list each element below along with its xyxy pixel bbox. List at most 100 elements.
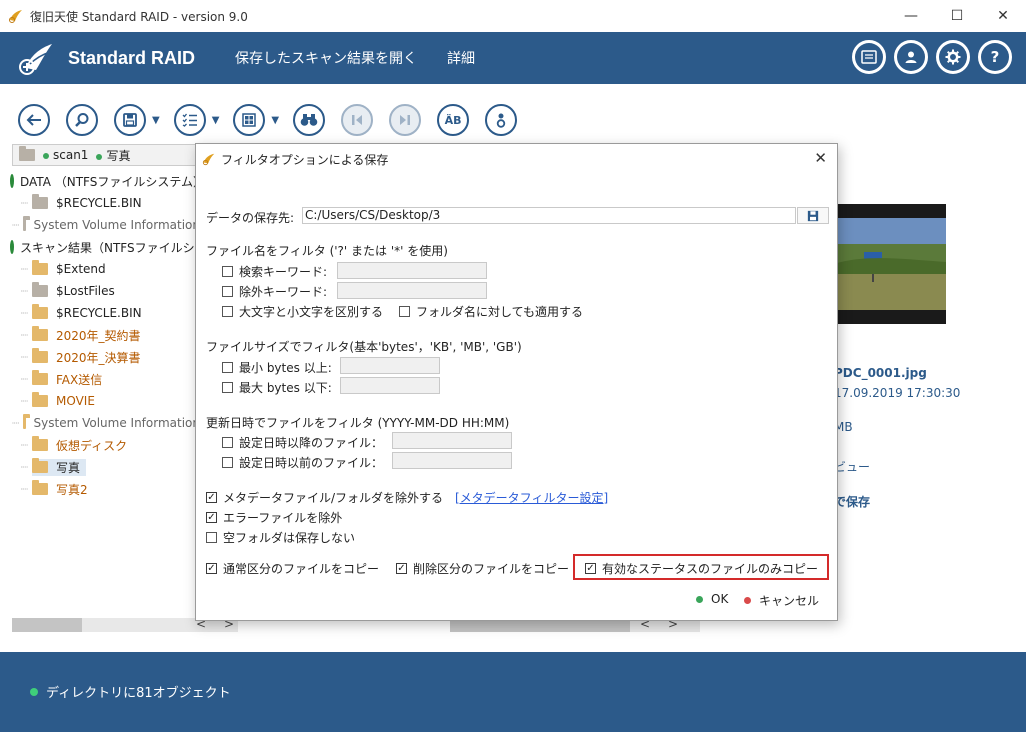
- folder-icon: [32, 260, 48, 275]
- binoculars-icon[interactable]: [293, 104, 326, 136]
- next-icon[interactable]: [389, 104, 422, 136]
- name-filter-heading: ファイル名をフィルタ ('?' または '*' を使用): [206, 244, 448, 258]
- before-date-checkbox[interactable]: 設定日時以前のファイル：: [222, 454, 383, 471]
- after-date-input[interactable]: [392, 432, 512, 449]
- close-window-button[interactable]: ✕: [980, 0, 1026, 32]
- case-icon[interactable]: ÄB: [437, 104, 470, 136]
- details-menu[interactable]: 詳細: [447, 48, 475, 68]
- status-text: ディレクトリに81オブジェクト: [46, 686, 231, 701]
- save-path-input[interactable]: C:/Users/CS/Desktop/3: [302, 207, 796, 224]
- tree-item[interactable]: ┈ System Volume Information: [10, 214, 200, 236]
- max-bytes-input[interactable]: [340, 377, 440, 394]
- maximize-button[interactable]: ☐: [934, 0, 980, 32]
- cancel-button[interactable]: キャンセル: [744, 592, 819, 609]
- tree-item[interactable]: スキャン結果（NTFSファイルシステム）: [10, 236, 200, 258]
- search-keyword-checkbox[interactable]: 検索キーワード:: [222, 263, 327, 280]
- info-icon[interactable]: [485, 104, 518, 136]
- case-sensitive-checkbox[interactable]: 大文字と小文字を区別する: [222, 303, 383, 320]
- tree-item[interactable]: ┈ 2020年_契約書: [10, 324, 200, 346]
- exclude-errors-checkbox[interactable]: ✓ エラーファイルを除外: [206, 509, 342, 526]
- app-header: Standard RAID 保存したスキャン結果を開く 詳細 ?: [0, 32, 1026, 84]
- tree-item[interactable]: ┈ System Volume Information: [10, 412, 200, 434]
- save-icon: [807, 210, 819, 221]
- folder-icon: [32, 348, 48, 363]
- tree-item[interactable]: ┈ 写真: [10, 456, 200, 478]
- tree-item[interactable]: ┈ $RECYCLE.BIN: [10, 302, 200, 324]
- save-dropdown-icon[interactable]: ▼: [152, 115, 160, 126]
- minimize-button[interactable]: —: [888, 0, 934, 32]
- dialog-title-bar: フィルタオプションによる保存 ✕: [196, 144, 837, 174]
- view-icon[interactable]: [233, 104, 266, 136]
- copy-deleted-checkbox[interactable]: ✓ 削除区分のファイルをコピー: [396, 560, 569, 577]
- copy-normal-checkbox[interactable]: ✓ 通常区分のファイルをコピー: [206, 560, 379, 577]
- tree-item[interactable]: ┈ $Extend: [10, 258, 200, 280]
- folder-icon: [23, 414, 32, 429]
- toolbar: ▼ ▼ ▼ ÄB: [18, 102, 533, 138]
- breadcrumb-item[interactable]: scan1: [43, 148, 88, 162]
- user-icon[interactable]: [894, 40, 928, 74]
- tree-item[interactable]: ┈ 2020年_決算書: [10, 346, 200, 368]
- metadata-filter-link[interactable]: [メタデータフィルター設定]: [455, 489, 608, 506]
- filter-list-icon[interactable]: [173, 104, 206, 136]
- breadcrumb-item[interactable]: 写真: [96, 147, 130, 164]
- prev-icon[interactable]: [341, 104, 374, 136]
- max-bytes-checkbox[interactable]: 最大 bytes 以下:: [222, 379, 332, 396]
- tree-item[interactable]: ┈ 仮想ディスク: [10, 434, 200, 456]
- preview-link[interactable]: ビュー: [834, 458, 870, 475]
- tree-item[interactable]: ┈ MOVIE: [10, 390, 200, 412]
- tree-item[interactable]: ┈ $RECYCLE.BIN: [10, 192, 200, 214]
- help-icon[interactable]: ?: [978, 40, 1012, 74]
- filter-dropdown-icon[interactable]: ▼: [212, 115, 220, 126]
- app-wing-icon: [202, 153, 215, 166]
- window-title: 復旧天使 Standard RAID - version 9.0: [30, 9, 248, 24]
- preview-datetime: 17.09.2019 17:30:30: [834, 386, 961, 400]
- after-date-checkbox[interactable]: 設定日時以降のファイル：: [222, 434, 383, 451]
- exclude-keyword-checkbox[interactable]: 除外キーワード:: [222, 283, 327, 300]
- title-bar: 復旧天使 Standard RAID - version 9.0 — ☐ ✕: [0, 0, 1026, 32]
- brand-name: Standard RAID: [68, 47, 196, 68]
- browse-save-button[interactable]: [797, 207, 829, 224]
- size-filter-heading: ファイルサイズでフィルタ(基本'bytes'，'KB', 'MB', 'GB'): [206, 340, 522, 354]
- apply-to-folders-checkbox[interactable]: フォルダ名に対しても適用する: [399, 303, 583, 320]
- folder-icon: [32, 370, 48, 385]
- folder-icon: [32, 480, 48, 495]
- no-empty-folders-checkbox[interactable]: 空フォルダは保存しない: [206, 529, 355, 546]
- open-saved-scan-menu[interactable]: 保存したスキャン結果を開く: [235, 48, 417, 68]
- exclude-metadata-checkbox[interactable]: ✓ メタデータファイル/フォルダを除外する: [206, 489, 443, 506]
- gear-icon[interactable]: [936, 40, 970, 74]
- list-icon[interactable]: [852, 40, 886, 74]
- dialog-title: フィルタオプションによる保存: [221, 152, 389, 167]
- save-to-label: データの保存先:: [206, 211, 295, 225]
- close-icon[interactable]: ✕: [814, 149, 827, 167]
- folder-icon: [32, 194, 48, 209]
- min-bytes-input[interactable]: [340, 357, 440, 374]
- back-icon[interactable]: [18, 104, 50, 136]
- status-bar: ディレクトリに81オブジェクト: [0, 652, 1026, 732]
- search-keyword-input[interactable]: [337, 262, 487, 279]
- ok-button[interactable]: OK: [696, 592, 728, 606]
- folder-icon: [32, 458, 48, 473]
- copy-valid-only-checkbox[interactable]: ✓ 有効なステータスのファイルのみコピー: [585, 560, 818, 577]
- min-bytes-checkbox[interactable]: 最小 bytes 以上:: [222, 359, 332, 376]
- folder-icon: [23, 216, 32, 231]
- tree-item[interactable]: DATA （NTFSファイルシステム）: [10, 170, 200, 192]
- save-icon[interactable]: [114, 104, 146, 136]
- date-filter-heading: 更新日時でファイルをフィルタ (YYYY-MM-DD HH:MM): [206, 416, 510, 430]
- preview-filename: PDC_0001.jpg: [834, 366, 927, 380]
- tree-item[interactable]: ┈ 写真2: [10, 478, 200, 500]
- drive-icon: [10, 240, 14, 254]
- folder-icon: [19, 146, 35, 161]
- before-date-input[interactable]: [392, 452, 512, 469]
- save-link[interactable]: で保存: [834, 493, 870, 510]
- drive-icon: [10, 174, 14, 188]
- search-icon[interactable]: [66, 104, 98, 136]
- tree-item[interactable]: ┈ FAX送信: [10, 368, 200, 390]
- folder-icon: [32, 392, 48, 407]
- view-dropdown-icon[interactable]: ▼: [271, 115, 279, 126]
- folder-icon: [32, 436, 48, 451]
- app-wing-icon: [9, 10, 22, 23]
- exclude-keyword-input[interactable]: [337, 282, 487, 299]
- folder-icon: [32, 304, 48, 319]
- tree-item[interactable]: ┈ $LostFiles: [10, 280, 200, 302]
- filter-save-dialog: フィルタオプションによる保存 ✕ データの保存先: C:/Users/CS/De…: [195, 143, 838, 621]
